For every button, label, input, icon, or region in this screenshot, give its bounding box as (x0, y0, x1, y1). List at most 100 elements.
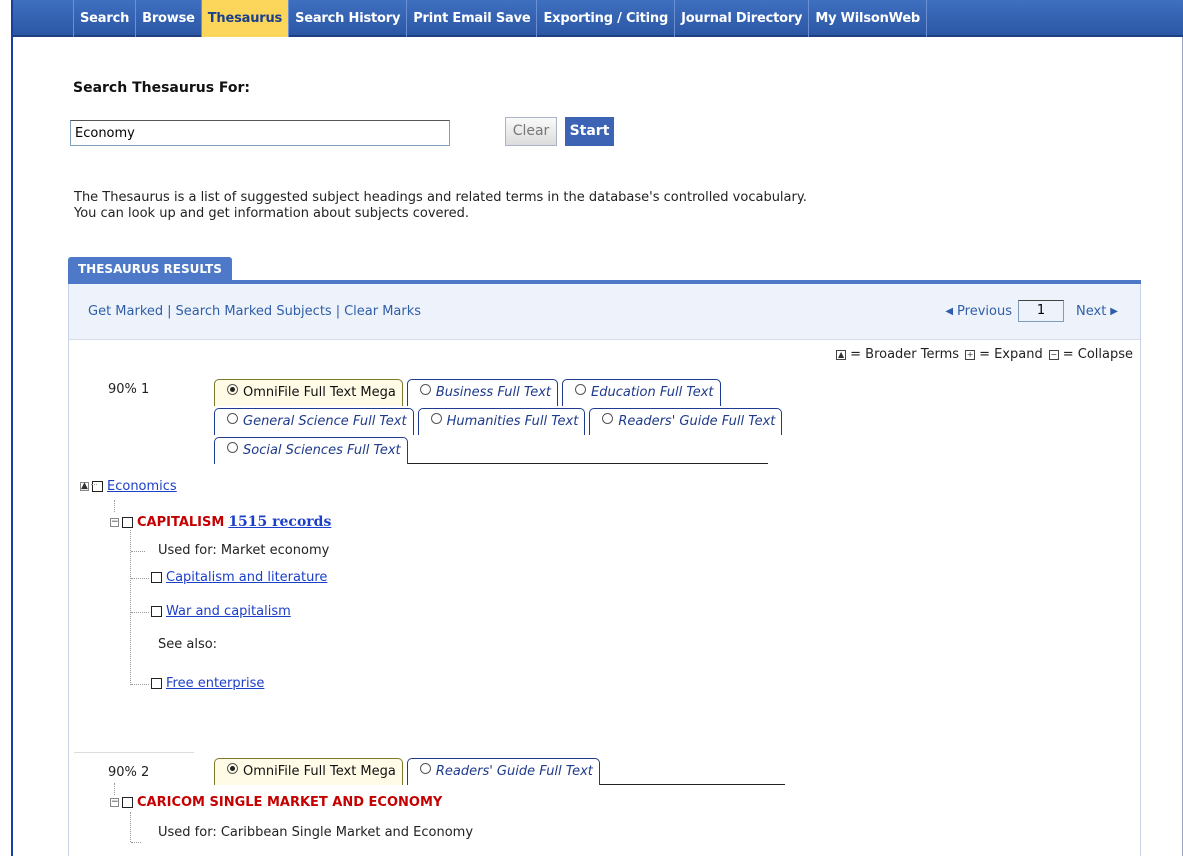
tree-connector (131, 842, 141, 843)
radio-icon[interactable] (602, 412, 614, 424)
tab-journal-directory[interactable]: Journal Directory (674, 0, 808, 37)
broader-term-node: ▲ Economics (80, 479, 177, 494)
see-also-term-node: Free enterprise (151, 676, 264, 691)
radio-icon[interactable] (575, 383, 586, 395)
window-frame-left (11, 0, 13, 856)
tree-connector (130, 812, 131, 842)
tree-connector (131, 684, 149, 685)
tree-legend: ▲ = Broader Terms + = Expand − = Collaps… (830, 347, 1133, 362)
db-tab-label: Readers' Guide Full Text (435, 764, 593, 779)
result-1-db-tabs-row-2: General Science Full Text Humanities Ful… (214, 408, 786, 435)
narrower-term-link[interactable]: Capitalism and literature (166, 570, 327, 585)
search-input[interactable] (70, 120, 450, 146)
broader-terms-icon: ▲ (836, 349, 847, 360)
term-node-capitalism: − CAPITALISM 1515 records (110, 514, 331, 530)
nav-tabs: Search Browse Thesaurus Search History P… (73, 0, 928, 37)
narrower-term-node: War and capitalism (151, 604, 291, 619)
radio-icon[interactable] (227, 441, 238, 453)
tab-thesaurus[interactable]: Thesaurus (200, 0, 289, 37)
page-number-input[interactable]: 1 (1018, 300, 1064, 322)
previous-arrow-icon[interactable]: ◀ (945, 306, 953, 317)
description-line-1: The Thesaurus is a list of suggested sub… (74, 190, 807, 205)
tab-baseline (407, 463, 768, 464)
tree-connector (131, 578, 149, 579)
db-tab-education[interactable]: Education Full Text (562, 379, 721, 406)
result-1-rank: 90% 1 (108, 382, 150, 397)
tab-print-email-save[interactable]: Print Email Save (406, 0, 536, 37)
result-1-db-tabs-row-3: Social Sciences Full Text (214, 437, 768, 464)
tree-connector (114, 783, 115, 795)
result-divider (74, 752, 194, 753)
broader-term-link[interactable]: Economics (107, 479, 177, 494)
mark-checkbox[interactable] (151, 606, 162, 617)
results-actions-bar: Get Marked | Search Marked Subjects | Clear … (69, 284, 1140, 340)
radio-icon[interactable] (419, 383, 431, 395)
used-for-text: Used for: Caribbean Single Market and Ec… (158, 825, 474, 840)
db-tab-label: Social Sciences Full Text (243, 443, 401, 458)
tree-connector (91, 484, 97, 485)
mark-actions: Get Marked | Search Marked Subjects | Clear … (88, 304, 421, 319)
tab-my-wilsonweb[interactable]: My WilsonWeb (808, 0, 928, 37)
radio-icon[interactable] (419, 762, 431, 774)
next-link[interactable]: Next (1076, 304, 1106, 319)
radio-icon[interactable] (430, 412, 442, 424)
db-tab-label: Humanities Full Text (446, 414, 579, 429)
mark-checkbox[interactable] (151, 678, 162, 689)
tab-browse[interactable]: Browse (135, 0, 201, 37)
collapse-icon[interactable]: − (110, 798, 119, 807)
legend-expand-label: = Expand (979, 347, 1043, 362)
legend-broader-label: = Broader Terms (850, 347, 960, 362)
description-line-2: You can look up and get information abou… (74, 206, 469, 221)
db-tab-label: Readers' Guide Full Text (618, 414, 776, 429)
subject-term: CAPITALISM (137, 514, 225, 530)
next-arrow-icon[interactable]: ▶ (1110, 306, 1118, 317)
action-separator: | (167, 304, 172, 319)
db-tab-readers-guide[interactable]: Readers' Guide Full Text (406, 758, 600, 785)
db-tab-humanities[interactable]: Humanities Full Text (417, 408, 586, 435)
db-tab-omnifile[interactable]: OmniFile Full Text Mega (214, 758, 403, 785)
db-tab-label: OmniFile Full Text Mega (243, 385, 396, 400)
db-tab-social-sciences[interactable]: Social Sciences Full Text (214, 437, 408, 464)
action-separator: | (335, 304, 341, 319)
previous-link[interactable]: Previous (957, 304, 1012, 319)
start-button[interactable]: Start (565, 117, 614, 146)
records-link[interactable]: 1515 records (228, 514, 331, 530)
results-tab: THESAURUS RESULTS (68, 257, 232, 281)
narrower-term-link[interactable]: War and capitalism (166, 604, 291, 619)
tree-connector (130, 530, 131, 685)
db-tab-omnifile[interactable]: OmniFile Full Text Mega (214, 379, 403, 406)
db-tab-label: General Science Full Text (243, 414, 407, 429)
used-for-text: Used for: Market economy (158, 543, 330, 558)
radio-icon[interactable] (227, 412, 238, 424)
tab-exporting-citing[interactable]: Exporting / Citing (536, 0, 674, 37)
tab-search-history[interactable]: Search History (288, 0, 406, 37)
broader-terms-icon[interactable]: ▲ (80, 482, 89, 491)
db-tab-general-science[interactable]: General Science Full Text (214, 408, 414, 435)
tab-search[interactable]: Search (73, 0, 135, 37)
db-tab-readers-guide[interactable]: Readers' Guide Full Text (589, 408, 783, 435)
get-marked-link[interactable]: Get Marked (88, 304, 163, 319)
clear-marks-link[interactable]: Clear Marks (344, 304, 421, 319)
result-2-db-tabs-row: OmniFile Full Text Mega Readers' Guide F… (214, 758, 785, 785)
radio-icon[interactable] (227, 762, 238, 774)
db-tab-label: OmniFile Full Text Mega (243, 764, 396, 779)
top-nav: Search Browse Thesaurus Search History P… (13, 0, 1183, 37)
see-also-link[interactable]: Free enterprise (166, 676, 264, 691)
expand-icon: + (965, 349, 976, 360)
clear-button[interactable]: Clear (505, 117, 557, 146)
tree-connector (131, 551, 145, 552)
term-node-caricom: − CARICOM SINGLE MARKET AND ECONOMY (110, 795, 446, 810)
db-tab-business[interactable]: Business Full Text (406, 379, 558, 406)
thesaurus-description: The Thesaurus is a list of suggested sub… (74, 190, 974, 222)
mark-checkbox[interactable] (92, 481, 103, 492)
radio-icon[interactable] (227, 383, 238, 395)
collapse-icon[interactable]: − (110, 517, 119, 527)
mark-checkbox[interactable] (122, 516, 133, 528)
mark-checkbox[interactable] (122, 797, 133, 808)
tree-connector (131, 612, 149, 613)
see-also-label: See also: (158, 637, 218, 652)
result-2-rank: 90% 2 (108, 765, 150, 780)
mark-checkbox[interactable] (151, 572, 162, 583)
legend-collapse-label: = Collapse (1062, 347, 1133, 362)
search-marked-subjects-link[interactable]: Search Marked Subjects (176, 304, 332, 319)
